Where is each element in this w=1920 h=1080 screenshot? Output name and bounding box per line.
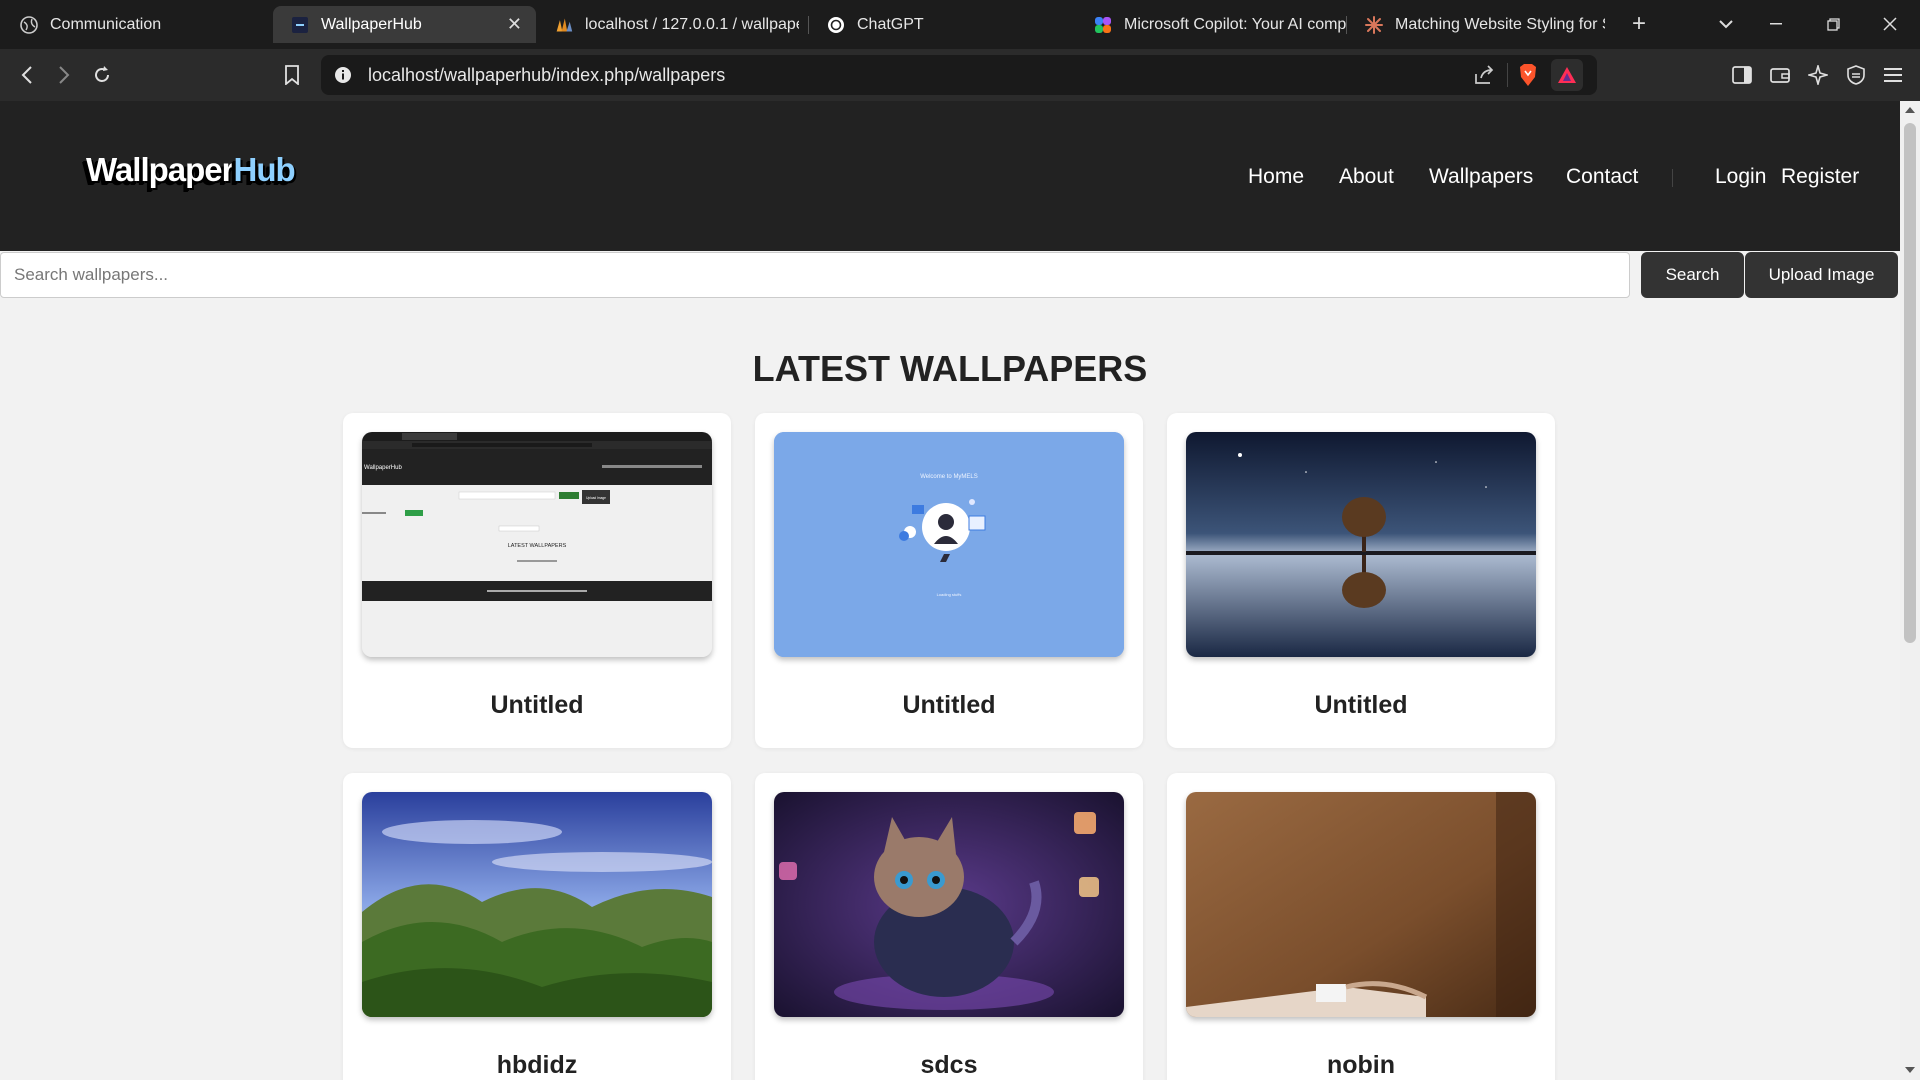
wallpaper-title: Untitled: [902, 691, 996, 719]
copilot-icon: [1094, 16, 1112, 34]
close-window-icon[interactable]: [1878, 12, 1902, 36]
mini-logo: WallpaperHub: [364, 465, 402, 471]
wallpaper-card[interactable]: Untitled: [1167, 413, 1555, 748]
logo-text-main: Wallpaper: [86, 151, 234, 188]
tab-phpmyadmin[interactable]: localhost / 127.0.0.1 / wallpape: [537, 6, 799, 43]
tab-communication[interactable]: Communication: [2, 6, 272, 43]
nav-wallpapers[interactable]: Wallpapers: [1429, 165, 1533, 189]
page-viewport: WallpaperHub Home About Wallpapers Conta…: [0, 101, 1900, 1080]
tab-wallpaperhub[interactable]: WallpaperHub ✕: [273, 6, 536, 43]
vpn-shield-icon[interactable]: [1842, 61, 1870, 89]
tab-list-chevron-icon[interactable]: [1714, 12, 1738, 36]
section-title: LATEST WALLPAPERS: [752, 348, 1148, 389]
site-header: WallpaperHub Home About Wallpapers Conta…: [0, 101, 1900, 251]
scroll-up-arrow-icon[interactable]: [1905, 107, 1915, 113]
site-logo[interactable]: WallpaperHub: [86, 151, 296, 189]
brave-shields-icon[interactable]: [1517, 63, 1539, 92]
bookmark-icon[interactable]: [278, 61, 306, 89]
wallpaper-card[interactable]: sdcs: [755, 773, 1143, 1080]
upload-image-button[interactable]: Upload Image: [1745, 252, 1898, 298]
url-text[interactable]: localhost/wallpaperhub/index.php/wallpap…: [368, 65, 725, 86]
wallpaper-title: hbdidz: [496, 1051, 578, 1079]
scroll-down-arrow-icon[interactable]: [1905, 1067, 1915, 1073]
search-button[interactable]: Search: [1641, 252, 1744, 298]
close-tab-icon[interactable]: ✕: [507, 15, 522, 33]
mini-upload-button: Upload Image: [586, 496, 606, 500]
blue-illustration-image: Welcome to MyMELS Loading stuffs: [774, 432, 1124, 657]
tab-title: Matching Website Styling for Se: [1395, 15, 1605, 33]
wallpaper-thumbnail[interactable]: [774, 792, 1124, 1017]
tab-copilot[interactable]: Microsoft Copilot: Your AI comp: [1076, 6, 1346, 43]
tab-title: Microsoft Copilot: Your AI comp: [1124, 15, 1346, 33]
reload-icon[interactable]: [88, 61, 116, 89]
tab-chatgpt[interactable]: ChatGPT: [809, 6, 1074, 43]
wallpaper-thumbnail[interactable]: Welcome to MyMELS Loading stuffs: [774, 432, 1124, 657]
green-mountains-image: [362, 792, 712, 1017]
wallpaper-thumbnail[interactable]: WallpaperHub Upload Image LATEST WALLPAP…: [362, 432, 712, 657]
nav-contact[interactable]: Contact: [1566, 165, 1638, 189]
address-divider: [1507, 63, 1508, 87]
tab-title: localhost / 127.0.0.1 / wallpape: [585, 15, 799, 33]
menu-icon[interactable]: [1879, 61, 1907, 89]
back-icon[interactable]: [13, 61, 41, 89]
wallpaper-title: nobin: [1326, 1051, 1396, 1079]
wallpaper-title: Untitled: [490, 691, 584, 719]
search-input[interactable]: [0, 252, 1630, 298]
sidebar-toggle-icon[interactable]: [1728, 61, 1756, 89]
tab-claude[interactable]: Matching Website Styling for Se: [1347, 6, 1605, 43]
mini-heading: LATEST WALLPAPERS: [508, 543, 567, 549]
nav-login[interactable]: Login: [1715, 165, 1766, 189]
tree-reflection-image: [1186, 432, 1536, 657]
scrollbar-thumb[interactable]: [1904, 123, 1916, 643]
wallpaper-card[interactable]: hbdidz: [343, 773, 731, 1080]
nav-register[interactable]: Register: [1781, 165, 1859, 189]
new-tab-button[interactable]: +: [1627, 10, 1651, 37]
wallpaper-thumbnail[interactable]: [362, 792, 712, 1017]
search-bar: Search Upload Image: [0, 251, 1900, 298]
globe-icon: [20, 15, 38, 34]
nav-about[interactable]: About: [1339, 165, 1394, 189]
address-bar[interactable]: localhost/wallpaperhub/index.php/wallpap…: [321, 55, 1597, 95]
brown-desk-image: [1186, 792, 1536, 1017]
wallet-icon[interactable]: [1766, 61, 1794, 89]
wallpaper-card[interactable]: WallpaperHub Upload Image LATEST WALLPAP…: [343, 413, 731, 748]
page-scrollbar[interactable]: [1900, 101, 1920, 1080]
browser-tab-strip: Communication WallpaperHub ✕ localhost /…: [0, 0, 1920, 49]
site-info-icon[interactable]: [334, 66, 352, 89]
nav-divider: [1672, 169, 1673, 187]
wallpaper-title: sdcs: [920, 1051, 978, 1079]
website-screenshot-image: WallpaperHub Upload Image LATEST WALLPAP…: [362, 432, 712, 657]
site-favicon: [291, 16, 309, 34]
brave-rewards-icon[interactable]: [1551, 59, 1583, 91]
wallpaper-card[interactable]: Welcome to MyMELS Loading stuffs Untitle…: [755, 413, 1143, 748]
tab-title: Communication: [50, 15, 162, 33]
restore-icon[interactable]: [1821, 12, 1845, 36]
browser-toolbar: localhost/wallpaperhub/index.php/wallpap…: [0, 49, 1920, 101]
tab-title: WallpaperHub: [321, 15, 422, 33]
wallpaper-thumbnail[interactable]: [1186, 792, 1536, 1017]
claude-icon: [1365, 15, 1383, 34]
logo-text-accent: Hub: [233, 151, 295, 188]
forward-icon[interactable]: [50, 61, 78, 89]
minimize-icon[interactable]: [1764, 12, 1788, 36]
leo-ai-icon[interactable]: [1804, 61, 1832, 89]
mini-illustration-loading: Loading stuffs: [937, 592, 962, 597]
mini-illustration-title: Welcome to MyMELS: [920, 474, 978, 480]
share-icon[interactable]: [1473, 64, 1495, 91]
phpmyadmin-icon: [555, 16, 573, 34]
nav-home[interactable]: Home: [1248, 165, 1304, 189]
wallpaper-card[interactable]: nobin: [1167, 773, 1555, 1080]
wallpaper-title: Untitled: [1314, 691, 1408, 719]
tab-title: ChatGPT: [857, 15, 924, 33]
kitten-image: [774, 792, 1124, 1017]
wallpaper-thumbnail[interactable]: [1186, 432, 1536, 657]
chatgpt-icon: [827, 16, 845, 34]
